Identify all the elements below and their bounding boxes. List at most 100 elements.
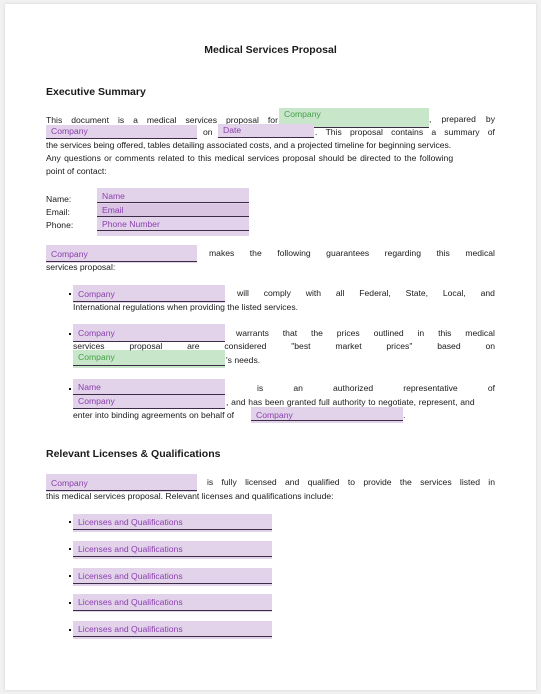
word: of — [487, 383, 495, 393]
word: medical — [465, 248, 495, 258]
word: fully — [221, 477, 237, 487]
field-underline — [73, 610, 272, 611]
guarantee-2-line-1: warrants that the prices outlined in thi… — [236, 328, 495, 338]
word: will — [237, 288, 249, 298]
field-value: Company — [51, 249, 88, 259]
word: the — [249, 248, 262, 258]
bullet-icon — [69, 575, 71, 577]
word: State, — [405, 288, 429, 298]
guarantee-1-line-1: will comply with all Federal, State, Loc… — [237, 288, 495, 298]
guarantee-3-name-field[interactable]: Name — [73, 379, 225, 395]
field-underline — [73, 583, 272, 584]
word: medical — [146, 115, 177, 125]
word: on — [485, 341, 495, 351]
word: the — [310, 328, 323, 338]
field-value: Name — [78, 382, 101, 392]
document-title: Medical Services Proposal — [204, 44, 337, 56]
word: considered — [224, 341, 267, 351]
field-underline — [73, 636, 272, 637]
field-underline — [73, 365, 225, 366]
word: in — [417, 328, 425, 338]
word: Federal, — [359, 288, 391, 298]
field-underline — [97, 202, 249, 203]
date-field[interactable]: Date — [218, 124, 314, 138]
word: comply — [263, 288, 291, 298]
word: Local, — [442, 288, 466, 298]
word: medical — [465, 328, 495, 338]
field-underline — [97, 230, 249, 231]
guarantee-3-line-1: is an authorized representative of — [257, 383, 495, 393]
licenses-line-2: this medical services proposal. Relevant… — [46, 491, 334, 501]
intro-line-2-end: . This proposal contains a summary of — [315, 127, 495, 137]
word: based — [437, 341, 461, 351]
word: services — [73, 341, 105, 351]
field-value: Company — [51, 126, 88, 136]
section-heading-executive-summary: Executive Summary — [46, 86, 146, 98]
word: warrants — [236, 328, 269, 338]
word: qualified — [307, 477, 340, 487]
word: authorized — [333, 383, 374, 393]
word: is — [207, 477, 214, 487]
license-item-field[interactable]: Licenses and Qualifications — [73, 541, 272, 559]
field-underline — [73, 556, 272, 557]
guarantee-2-line-2: services proposal are considered "best m… — [73, 341, 495, 351]
field-value: Phone Number — [102, 219, 160, 229]
word-on: on — [203, 127, 213, 137]
word: and — [480, 288, 495, 298]
word: This — [46, 115, 63, 125]
field-underline — [218, 137, 314, 138]
licenses-line-1: is fully licensed and qualified to provi… — [207, 477, 495, 487]
word: "best — [291, 341, 311, 351]
phone-label: Phone: — [46, 220, 74, 230]
word: services — [185, 115, 217, 125]
field-value: Licenses and Qualifications — [78, 517, 183, 527]
word: are — [187, 341, 200, 351]
license-item-field[interactable]: Licenses and Qualifications — [73, 514, 272, 532]
word: a — [133, 115, 138, 125]
contact-name-field[interactable]: Name — [97, 190, 249, 203]
guarantee-1-line-2: International regulations when providing… — [73, 302, 298, 312]
field-value: Company — [78, 396, 115, 406]
license-item-field[interactable]: Licenses and Qualifications — [73, 621, 272, 639]
field-value: Company — [284, 109, 321, 119]
field-value: Licenses and Qualifications — [78, 544, 183, 554]
word: licensed — [245, 477, 277, 487]
guarantee-2-company-field[interactable]: Company — [73, 324, 225, 342]
guarantee-3-company-field[interactable]: Company — [73, 395, 225, 409]
word: to — [347, 477, 356, 487]
field-value: Company — [78, 289, 115, 299]
field-underline — [251, 420, 403, 421]
guarantee-3-behalf-company-field[interactable]: Company — [251, 407, 403, 423]
section-heading-licenses: Relevant Licenses & Qualifications — [46, 448, 221, 460]
field-value: Company — [78, 352, 115, 362]
guarantee-3-line-3-end: . — [403, 410, 406, 420]
contact-email-field[interactable]: Email — [97, 204, 249, 217]
word: listed — [459, 477, 480, 487]
word: representative — [403, 383, 458, 393]
word: prices — [336, 328, 360, 338]
guarantees-line-1: makes the following guarantees regarding… — [209, 248, 495, 258]
bullet-icon — [69, 388, 71, 390]
field-value: Licenses and Qualifications — [78, 597, 183, 607]
bullet-icon — [69, 521, 71, 523]
provider-company-field[interactable]: Company — [46, 125, 197, 139]
guarantee-2-client-company-field[interactable]: Company — [73, 350, 225, 368]
guarantees-line-2: services proposal: — [46, 262, 116, 272]
word: following — [277, 248, 311, 258]
bullet-icon — [69, 333, 71, 335]
word: that — [282, 328, 298, 338]
bullet-icon — [69, 548, 71, 550]
word: outlined — [373, 328, 404, 338]
word: this — [436, 248, 450, 258]
word: guarantees — [326, 248, 370, 258]
license-item-field[interactable]: Licenses and Qualifications — [73, 568, 272, 586]
license-item-field[interactable]: Licenses and Qualifications — [73, 594, 272, 612]
word: is — [117, 115, 125, 125]
email-label: Email: — [46, 207, 70, 217]
word: services — [420, 477, 452, 487]
contact-phone-field[interactable]: Phone Number — [97, 218, 249, 231]
field-value: Email — [102, 205, 124, 215]
guarantee-3-line-3-start: enter into binding agreements on behalf … — [73, 410, 235, 420]
field-underline — [73, 529, 272, 530]
intro-line-3: the services being offered, tables detai… — [46, 140, 452, 150]
